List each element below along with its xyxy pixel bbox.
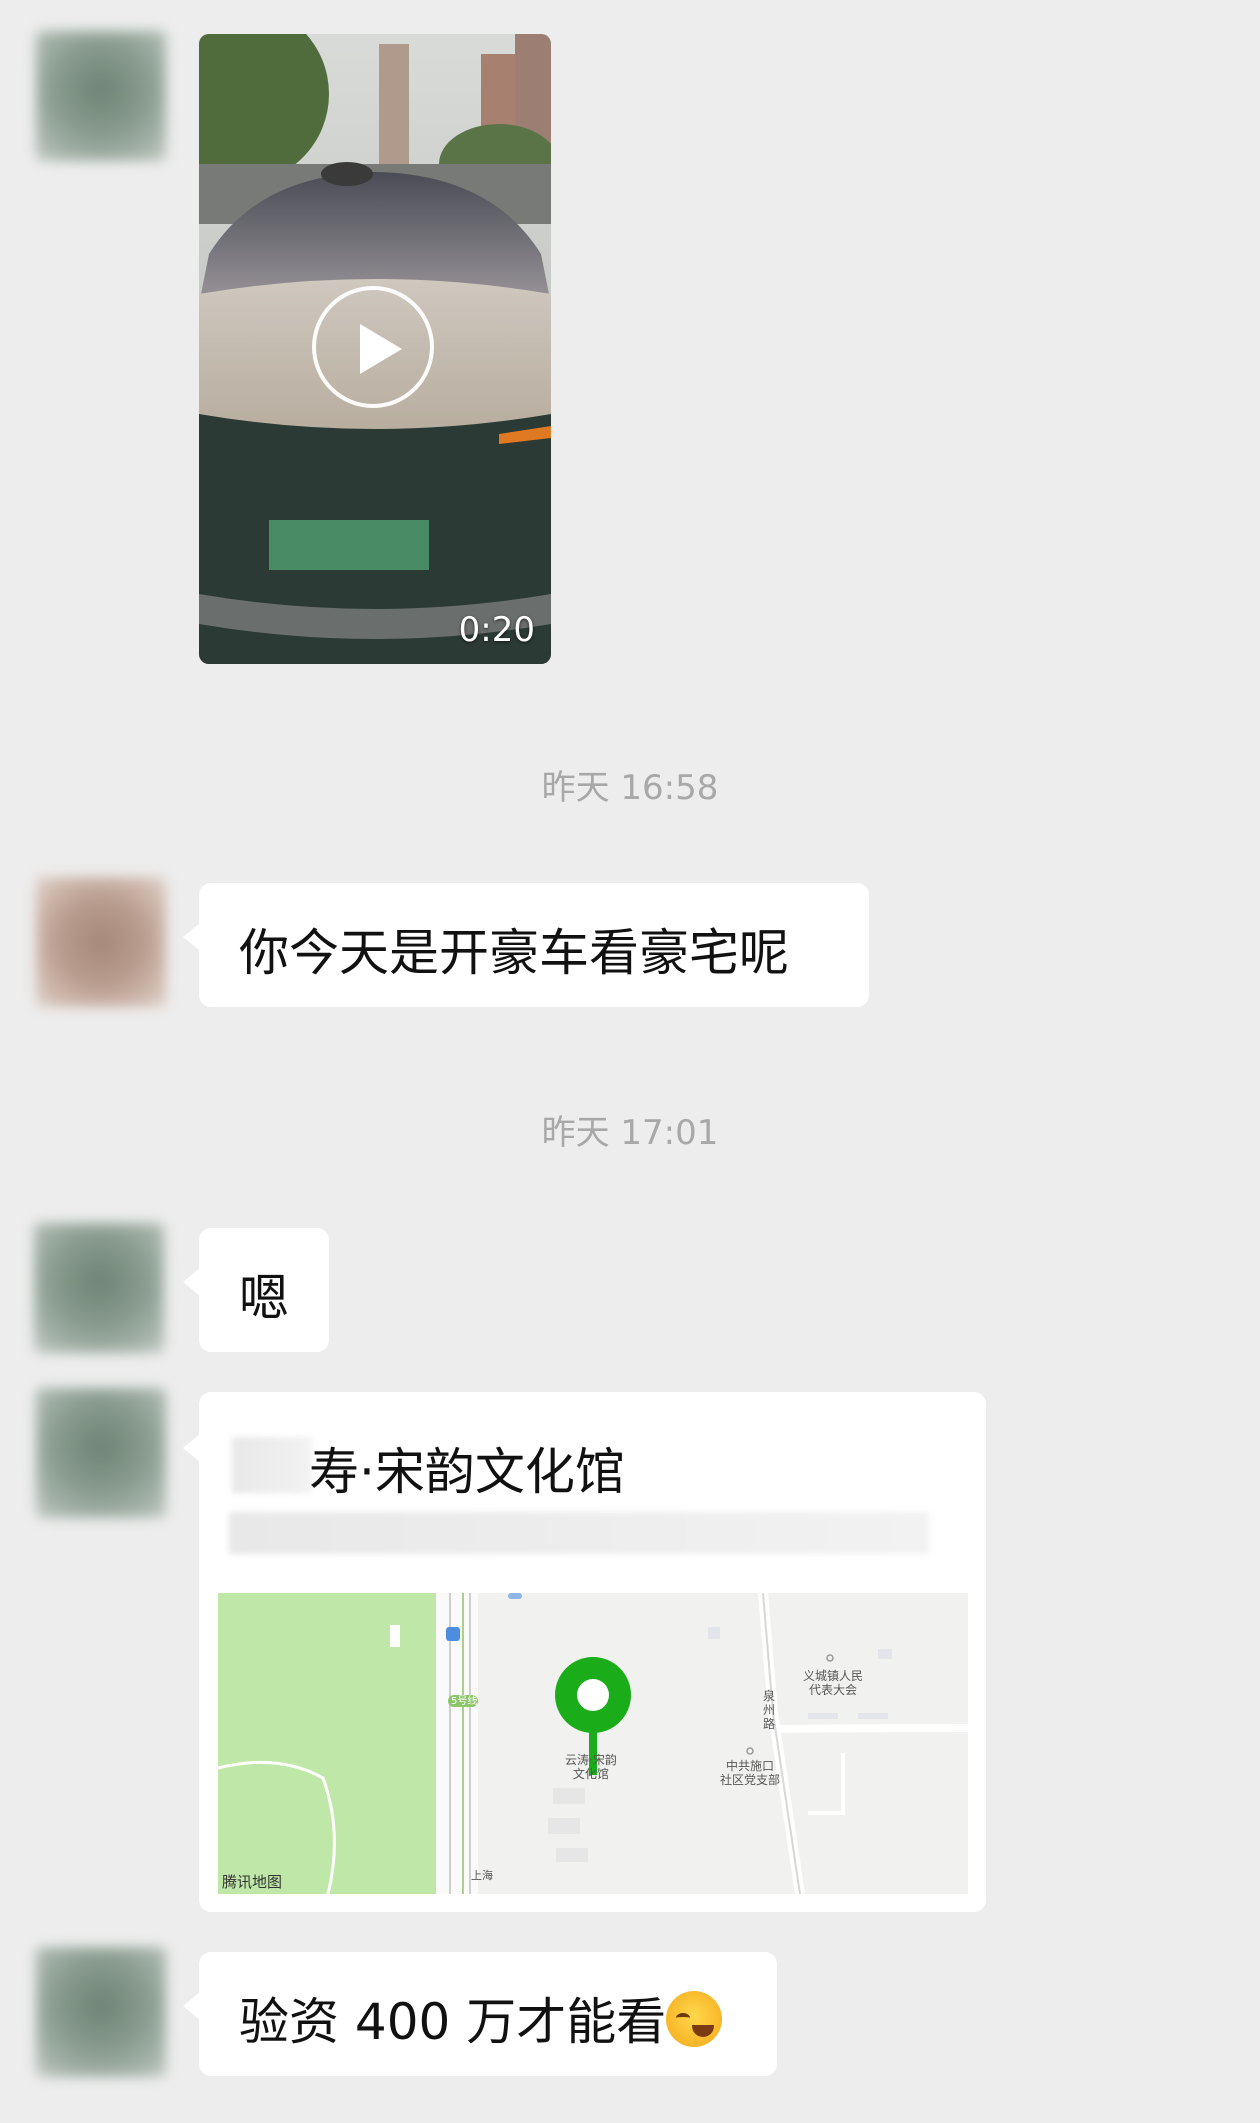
video-message[interactable]: 0:20 xyxy=(199,34,551,664)
map-road-label: 上海 xyxy=(471,1869,493,1882)
chat-timestamp: 昨天 17:01 xyxy=(541,1113,719,1153)
blurred-text xyxy=(232,1437,312,1493)
avatar[interactable] xyxy=(34,1223,164,1353)
avatar[interactable] xyxy=(36,1388,166,1518)
avatar[interactable] xyxy=(36,877,166,1007)
message-bubble[interactable]: 嗯 xyxy=(183,1228,329,1352)
message-text: 你今天是开豪车看豪宅呢 xyxy=(239,924,789,982)
message-bubble[interactable]: 你今天是开豪车看豪宅呢 xyxy=(183,883,869,1007)
avatar[interactable] xyxy=(36,31,166,161)
map-brand: 腾讯地图 xyxy=(222,1873,283,1891)
message-text: 嗯 xyxy=(239,1269,289,1327)
face-with-hand-over-mouth-icon xyxy=(666,1991,723,2047)
message-text-body: 验资 400 万才能看 xyxy=(239,1993,667,2051)
map-graphic xyxy=(218,1593,968,1894)
map-preview[interactable]: 5号线 云涛·宋韵 文化馆 义城镇人民 代表大会 泉州路 中共施口 社区党支部 上海 … xyxy=(218,1593,968,1894)
map-poi-label: 中共施口 社区党支部 xyxy=(720,1759,781,1787)
map-road-label: 泉州路 xyxy=(763,1689,776,1731)
map-poi-label: 义城镇人民 代表大会 xyxy=(803,1669,864,1697)
play-icon[interactable] xyxy=(312,286,434,408)
chat-timestamp: 昨天 16:58 xyxy=(541,768,719,808)
avatar[interactable] xyxy=(36,1947,166,2077)
blurred-address xyxy=(229,1512,929,1554)
message-bubble[interactable]: 验资 400 万才能看 xyxy=(183,1952,777,2076)
video-duration: 0:20 xyxy=(458,610,535,650)
map-poi-label: 云涛·宋韵 文化馆 xyxy=(565,1753,617,1781)
message-text: 验资 400 万才能看 xyxy=(239,1982,723,2054)
location-card[interactable]: 寿·宋韵文化馆 5号线 云涛·宋韵 文化馆 义城镇人民 代表大会 泉 州 路 中… xyxy=(183,1392,986,1912)
map-road-label: 5号线 xyxy=(451,1696,478,1707)
location-title: 寿·宋韵文化馆 xyxy=(309,1443,625,1501)
